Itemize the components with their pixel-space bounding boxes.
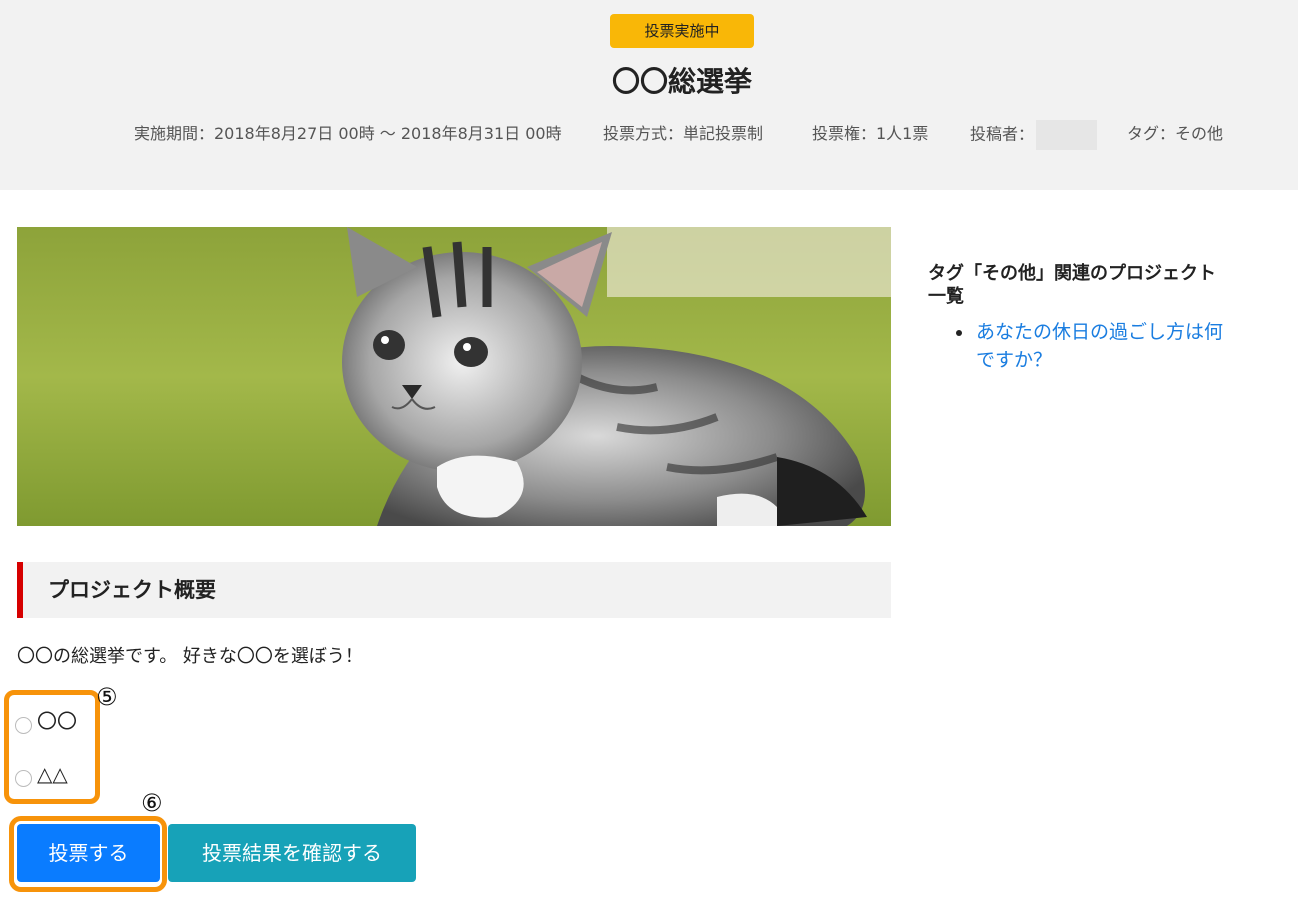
sidebar-title: タグ「その他」関連のプロジェクト一覧 <box>928 263 1216 307</box>
option-1[interactable]: 〇〇 <box>15 706 77 736</box>
status-badge: 投票実施中 <box>610 14 754 48</box>
hero-kitten-image <box>17 227 891 526</box>
option-radio[interactable] <box>15 716 32 734</box>
kitten-photo-icon <box>17 227 891 526</box>
voting-right: 投票権：1人1票 <box>812 124 929 143</box>
option-label: △△ <box>37 762 68 786</box>
view-results-button[interactable]: 投票結果を確認する <box>168 824 416 882</box>
callout-number-6: ⑥ <box>141 789 163 817</box>
voting-period: 実施期間：2018年8月27日 00時 〜 2018年8月31日 00時 <box>134 124 562 143</box>
option-label: 〇〇 <box>37 709 77 733</box>
author-label: 投稿者： <box>970 124 1035 144</box>
voting-method: 投票方式：単記投票制 <box>603 124 764 143</box>
option-2[interactable]: △△ <box>15 759 68 789</box>
tag-info: タグ：その他 <box>1127 124 1224 143</box>
author-name-redacted <box>1036 120 1098 150</box>
page-title: 〇〇総選挙 <box>611 65 752 98</box>
callout-number-5: ⑤ <box>96 683 118 711</box>
section-heading: プロジェクト概要 <box>17 562 891 618</box>
section-heading-text: プロジェクト概要 <box>48 578 216 602</box>
project-header: 投票実施中 〇〇総選挙 実施期間：2018年8月27日 00時 〜 2018年8… <box>0 0 1298 190</box>
option-radio[interactable] <box>15 769 32 787</box>
related-projects-list: あなたの休日の過ごし方は何ですか？ <box>928 318 1228 374</box>
bullet-icon <box>956 330 962 336</box>
author-info: 投稿者： <box>970 120 1098 150</box>
related-project-link[interactable]: あなたの休日の過ごし方は何ですか？ <box>976 321 1223 371</box>
list-item: あなたの休日の過ごし方は何ですか？ <box>928 318 1228 374</box>
project-description: 〇〇の総選挙です。 好きな〇〇を選ぼう！ <box>17 646 363 667</box>
vote-button[interactable]: 投票する <box>17 824 160 882</box>
